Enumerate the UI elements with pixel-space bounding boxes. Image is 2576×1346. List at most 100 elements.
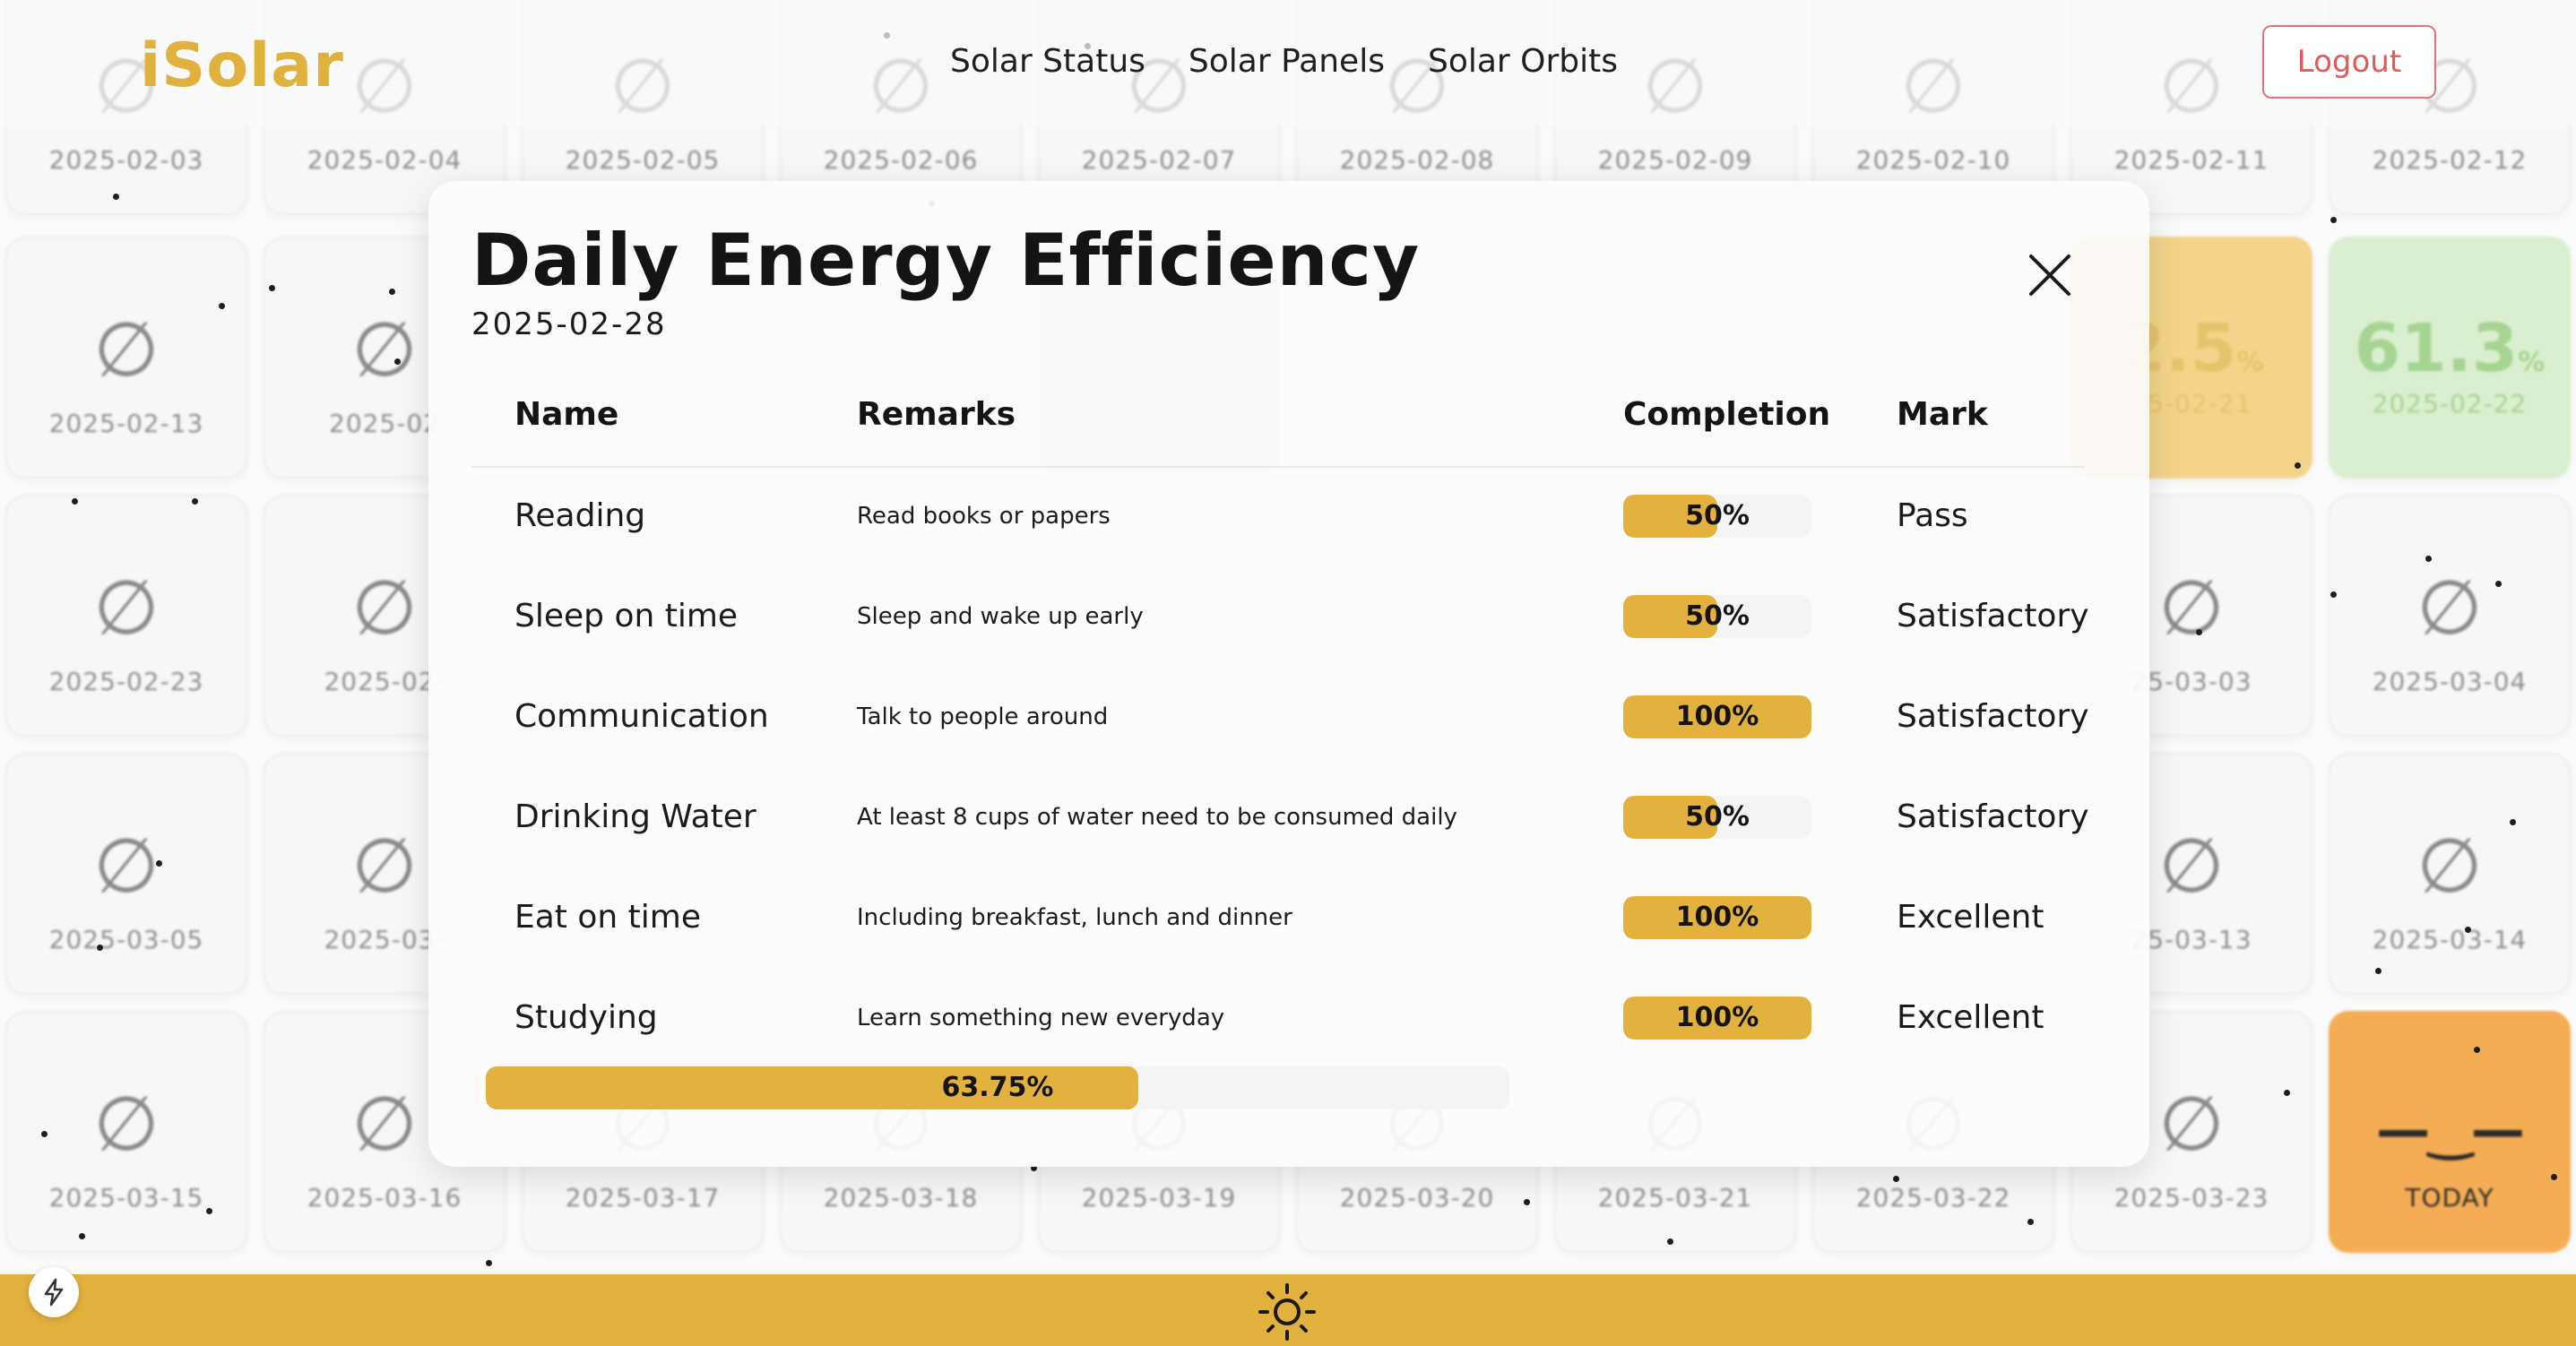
empty-day-icon: ∅ — [93, 564, 160, 651]
day-date: 2025-02-23 — [48, 667, 204, 696]
task-remark: Including breakfast, lunch and dinner — [857, 904, 1292, 931]
star-dot — [2375, 968, 2382, 974]
today-face-icon: —‿— — [2376, 1099, 2525, 1161]
day-date: 2025-02-07 — [1081, 145, 1237, 175]
day-efficiency-value: 61.3% — [2330, 310, 2569, 387]
calendar-today[interactable]: —‿— TODAY — [2329, 1011, 2571, 1253]
star-dot — [113, 194, 119, 200]
main-nav: Solar Status Solar Panels Solar Orbits — [950, 43, 1618, 80]
star-dot — [2551, 1174, 2557, 1180]
day-date: 2025-02-10 — [1855, 145, 2011, 175]
brand-logo[interactable]: iSolar — [140, 30, 344, 101]
star-dot — [269, 285, 275, 291]
task-remark: Sleep and wake up early — [857, 603, 1144, 630]
calendar-day[interactable]: ∅ 2025-02-13 — [5, 237, 247, 479]
total-progress-bar: 63.75% — [486, 1066, 1509, 1109]
star-dot — [2330, 591, 2337, 598]
completion-label: 100% — [1675, 902, 1759, 933]
task-mark: Excellent — [1897, 899, 2044, 936]
table-row[interactable]: Communication Talk to people around 100% Sa… — [471, 667, 2089, 767]
day-date: 2025-02-13 — [48, 409, 204, 438]
calendar-day[interactable]: 61.3% 2025-02-22 — [2329, 237, 2571, 479]
star-dot — [1524, 1199, 1530, 1205]
star-dot — [72, 498, 78, 505]
star-dot — [1893, 1176, 1899, 1182]
day-date: 2025-03-14 — [2372, 925, 2528, 954]
calendar-day[interactable]: ∅ 2025-03-14 — [2329, 753, 2571, 995]
column-mark: Mark — [1897, 396, 1988, 433]
value-unit: % — [2518, 347, 2546, 378]
total-progress-label: 63.75% — [941, 1072, 1054, 1103]
day-date: 2025-03-21 — [1597, 1183, 1753, 1212]
completion-label: 50% — [1685, 500, 1750, 531]
nav-solar-orbits[interactable]: Solar Orbits — [1428, 43, 1618, 80]
completion-bar: 100% — [1623, 896, 1811, 939]
day-date: 2025-03-16 — [307, 1183, 462, 1212]
modal-title: Daily Energy Efficiency — [471, 219, 1421, 302]
value-unit: % — [2236, 347, 2264, 378]
task-mark: Excellent — [1897, 999, 2044, 1036]
completion-bar: 100% — [1623, 997, 1811, 1040]
task-name: Sleep on time — [514, 598, 739, 634]
bolt-icon — [44, 1278, 64, 1307]
sun-icon — [1258, 1283, 1316, 1341]
star-dot — [2474, 1047, 2480, 1053]
table-row[interactable]: Sleep on time Sleep and wake up early 50% S… — [471, 566, 2089, 667]
calendar-day[interactable]: ∅ 2025-03-04 — [2329, 495, 2571, 737]
efficiency-modal: Daily Energy Efficiency 2025-02-28 Name … — [428, 181, 2149, 1167]
completion-label: 50% — [1685, 801, 1750, 833]
day-date: 2025-02-04 — [307, 145, 462, 175]
empty-day-icon: ∅ — [93, 1080, 160, 1168]
sun-button[interactable] — [1255, 1280, 1319, 1344]
column-name: Name — [514, 396, 619, 433]
day-date: 2025-03-20 — [1339, 1183, 1495, 1212]
day-date: 2025-02-12 — [2372, 145, 2528, 175]
empty-day-icon: ∅ — [2416, 564, 2483, 651]
star-dot — [486, 1260, 492, 1266]
star-dot — [2295, 462, 2301, 469]
column-completion: Completion — [1623, 396, 1831, 433]
task-name: Drinking Water — [514, 798, 756, 835]
completion-label: 100% — [1675, 1002, 1759, 1033]
day-date: 2025-02-05 — [565, 145, 721, 175]
day-date: 2025-03-18 — [823, 1183, 979, 1212]
star-dot — [97, 945, 103, 951]
quick-action-button[interactable] — [29, 1267, 79, 1317]
day-date: 2025-03-19 — [1081, 1183, 1237, 1212]
task-mark: Pass — [1897, 497, 1968, 534]
day-date: TODAY — [2405, 1183, 2494, 1212]
day-date: 2025-03-04 — [2372, 667, 2528, 696]
table-row[interactable]: Drinking Water At least 8 cups of water n… — [471, 767, 2089, 867]
close-button[interactable] — [2026, 251, 2074, 299]
nav-solar-status[interactable]: Solar Status — [950, 43, 1145, 80]
empty-day-icon: ∅ — [2416, 822, 2483, 910]
star-dot — [2510, 819, 2516, 825]
table-row[interactable]: Reading Read books or papers 50% Pass — [471, 466, 2085, 566]
calendar-day[interactable]: ∅ 2025-03-05 — [5, 753, 247, 995]
task-mark: Satisfactory — [1897, 798, 2089, 835]
day-date: 2025-03-05 — [48, 925, 204, 954]
task-remark: Learn something new everyday — [857, 1005, 1225, 1031]
modal-date: 2025-02-28 — [471, 306, 667, 342]
day-date: 2025-02-09 — [1597, 145, 1753, 175]
table-header: Name Remarks Completion Mark — [471, 396, 2085, 468]
star-dot — [394, 358, 401, 365]
logout-button[interactable]: Logout — [2262, 25, 2436, 99]
task-name: Studying — [514, 999, 658, 1036]
star-dot — [2330, 217, 2337, 223]
task-remark: Talk to people around — [857, 703, 1109, 730]
value-number: 61.3 — [2354, 310, 2519, 387]
nav-solar-panels[interactable]: Solar Panels — [1189, 43, 1385, 80]
completion-bar: 50% — [1623, 796, 1811, 839]
day-date: 2025-02-08 — [1339, 145, 1495, 175]
table-row[interactable]: Studying Learn something new everyday 100%… — [471, 968, 2085, 1068]
star-dot — [1667, 1238, 1673, 1245]
calendar-day[interactable]: ∅ 2025-02-23 — [5, 495, 247, 737]
task-name: Eat on time — [514, 899, 701, 936]
day-date: 2025-02-11 — [2114, 145, 2269, 175]
table-row[interactable]: Eat on time Including breakfast, lunch an… — [471, 867, 2085, 968]
close-icon — [2029, 255, 2070, 296]
star-dot — [206, 1208, 212, 1214]
task-remark: Read books or papers — [857, 503, 1111, 530]
task-mark: Satisfactory — [1897, 598, 2089, 634]
